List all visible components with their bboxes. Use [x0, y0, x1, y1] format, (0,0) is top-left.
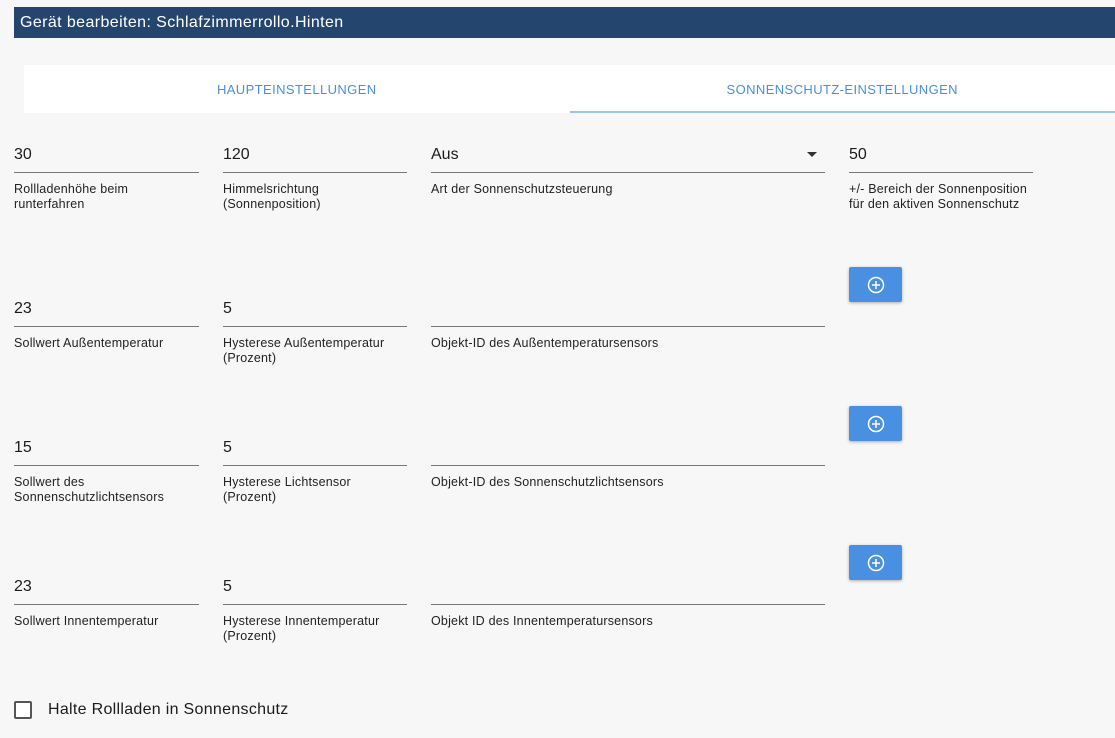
hold-in-sun-protection-checkbox[interactable] — [14, 701, 32, 719]
mode-field: Aus Art der Sonnenschutzsteuerung — [431, 143, 825, 197]
mode-select[interactable]: Aus — [431, 143, 825, 173]
caret-down-icon — [807, 152, 817, 157]
outside-temp-hysteresis-input[interactable]: 5 — [223, 297, 407, 327]
outside-temp-object-field: Objekt-ID des Außentemperatursensors — [431, 297, 825, 351]
mode-select-value: Aus — [431, 146, 459, 163]
inside-temp-hysteresis-label: Hysterese Innentemperatur (Prozent) — [223, 614, 380, 643]
outside-temp-object-input[interactable] — [431, 297, 825, 327]
inside-temp-object-field: Objekt ID des Innentemperatursensors — [431, 575, 825, 629]
hold-in-sun-protection-label[interactable]: Halte Rollladen in Sonnenschutz — [48, 701, 289, 719]
outside-temp-hysteresis-label: Hysterese Außentemperatur (Prozent) — [223, 336, 385, 365]
select-inside-temp-object-button[interactable] — [849, 545, 902, 580]
light-sensor-setpoint-field: 15 Sollwert des Sonnenschutzlichtsensors — [14, 436, 199, 505]
inside-temp-setpoint-label: Sollwert Innentemperatur — [14, 614, 159, 628]
direction-input[interactable]: 120 — [223, 143, 407, 173]
light-sensor-setpoint-label: Sollwert des Sonnenschutzlichtsensors — [14, 475, 165, 504]
dialog-title: Gerät bearbeiten: Schlafzimmerrollo.Hint… — [14, 7, 1115, 38]
inside-temp-hysteresis-input[interactable]: 5 — [223, 575, 407, 605]
outside-temp-setpoint-field: 23 Sollwert Außentemperatur — [14, 297, 199, 351]
light-sensor-object-label: Objekt-ID des Sonnenschutzlichtsensors — [431, 475, 664, 489]
inside-temp-object-label: Objekt ID des Innentemperatursensors — [431, 614, 653, 628]
light-sensor-object-input[interactable] — [431, 436, 825, 466]
outside-temp-setpoint-label: Sollwert Außentemperatur — [14, 336, 164, 350]
inside-temp-hysteresis-field: 5 Hysterese Innentemperatur (Prozent) — [223, 575, 407, 644]
shutter-height-field: 30 Rollladenhöhe beim runterfahren — [14, 143, 199, 212]
direction-field: 120 Himmelsrichtung (Sonnenposition) — [223, 143, 407, 212]
direction-label: Himmelsrichtung (Sonnenposition) — [223, 182, 321, 211]
tab-bar: HAUPTEINSTELLUNGEN SONNENSCHUTZ-EINSTELL… — [24, 65, 1115, 113]
sun-range-label: +/- Bereich der Sonnenposition für den a… — [849, 182, 1027, 211]
light-sensor-setpoint-input[interactable]: 15 — [14, 436, 199, 466]
sun-range-field: 50 +/- Bereich der Sonnenposition für de… — [849, 143, 1033, 212]
light-sensor-hysteresis-field: 5 Hysterese Lichtsensor (Prozent) — [223, 436, 407, 505]
outside-temp-object-label: Objekt-ID des Außentemperatursensors — [431, 336, 659, 350]
add-circle-icon — [867, 415, 884, 432]
light-sensor-hysteresis-input[interactable]: 5 — [223, 436, 407, 466]
select-outside-temp-object-button[interactable] — [849, 267, 902, 302]
add-circle-icon — [867, 276, 884, 293]
mode-label: Art der Sonnenschutzsteuerung — [431, 182, 613, 196]
shutter-height-label: Rollladenhöhe beim runterfahren — [14, 182, 129, 211]
hold-in-sun-protection-row: Halte Rollladen in Sonnenschutz — [14, 701, 289, 719]
light-sensor-object-field: Objekt-ID des Sonnenschutzlichtsensors — [431, 436, 825, 490]
light-sensor-hysteresis-label: Hysterese Lichtsensor (Prozent) — [223, 475, 351, 504]
inside-temp-setpoint-field: 23 Sollwert Innentemperatur — [14, 575, 199, 629]
outside-temp-setpoint-input[interactable]: 23 — [14, 297, 199, 327]
add-circle-icon — [867, 554, 884, 571]
shutter-height-input[interactable]: 30 — [14, 143, 199, 173]
outside-temp-hysteresis-field: 5 Hysterese Außentemperatur (Prozent) — [223, 297, 407, 366]
inside-temp-setpoint-input[interactable]: 23 — [14, 575, 199, 605]
sun-range-input[interactable]: 50 — [849, 143, 1033, 173]
select-light-sensor-object-button[interactable] — [849, 406, 902, 441]
tab-main-settings[interactable]: HAUPTEINSTELLUNGEN — [24, 65, 570, 113]
inside-temp-object-input[interactable] — [431, 575, 825, 605]
tab-sun-protection-settings[interactable]: SONNENSCHUTZ-EINSTELLUNGEN — [569, 65, 1115, 113]
